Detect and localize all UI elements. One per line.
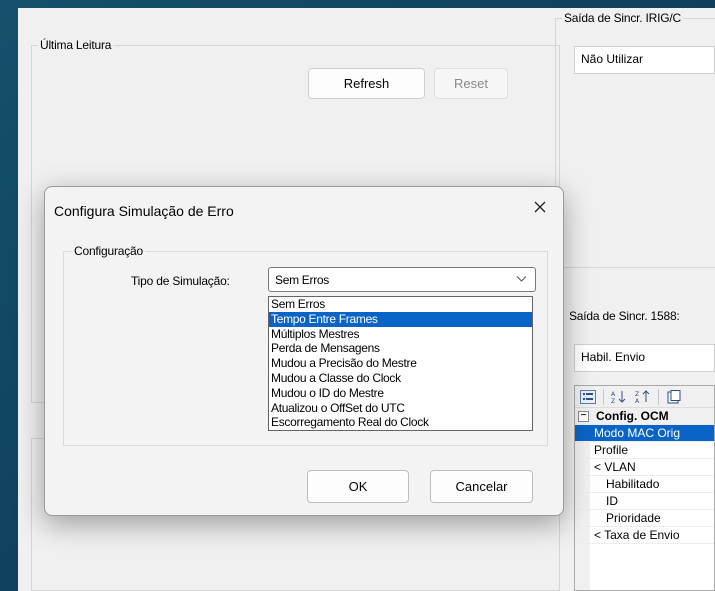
close-icon[interactable] — [529, 196, 551, 218]
sync-1588-label: Saída de Sincr. 1588: — [569, 309, 680, 323]
property-row[interactable]: Modo MAC Orig — [575, 425, 714, 442]
simulation-type-dropdown-list: Sem Erros Tempo Entre Frames Múltiplos Mes… — [268, 296, 533, 431]
svg-text:Z: Z — [635, 391, 639, 398]
ok-button[interactable]: OK — [307, 470, 409, 503]
simulation-type-value: Sem Erros — [275, 272, 329, 287]
last-reading-legend: Última Leitura — [38, 38, 114, 52]
property-category-row[interactable]: − Config. OCM — [575, 408, 714, 425]
property-row[interactable]: Habilitado — [575, 476, 714, 493]
svg-text:Z: Z — [611, 398, 615, 404]
property-pages-icon[interactable] — [665, 389, 683, 405]
dropdown-option[interactable]: Atualizou o OffSet do UTC — [269, 401, 532, 416]
property-row-label: Profile — [594, 443, 629, 457]
irig-output-select[interactable]: Não Utilizar — [574, 46, 715, 74]
toolbar-separator — [658, 388, 659, 405]
property-row[interactable]: < VLAN — [575, 459, 714, 476]
dropdown-option[interactable]: Mudou a Precisão do Mestre — [269, 356, 532, 371]
property-row-label: < VLAN — [594, 460, 636, 474]
categorized-view-icon[interactable] — [579, 389, 597, 405]
property-row[interactable]: ID — [575, 493, 714, 510]
sort-ascending-icon[interactable]: AZ — [610, 389, 628, 405]
dropdown-option[interactable]: Sem Erros — [269, 297, 532, 312]
svg-text:A: A — [611, 391, 616, 398]
error-simulation-dialog: Configura Simulação de Erro Configuração… — [44, 186, 564, 516]
property-row-label: < Taxa de Envio — [594, 528, 680, 542]
simulation-type-label: Tipo de Simulação: — [131, 274, 230, 288]
dropdown-option[interactable]: Mudou a Classe do Clock — [269, 371, 532, 386]
dropdown-option[interactable]: Múltiplos Mestres — [269, 327, 532, 342]
cancel-button[interactable]: Cancelar — [430, 470, 533, 503]
property-row-label: Habilitado — [606, 477, 660, 491]
property-grid[interactable]: AZ ZA − Config. OCM Modo MAC Orig Profile < … — [574, 385, 715, 591]
property-row-label: ID — [606, 494, 618, 508]
refresh-button[interactable]: Refresh — [308, 68, 425, 99]
svg-text:A: A — [635, 398, 640, 404]
dropdown-option[interactable]: Tempo Entre Frames — [269, 311, 532, 327]
property-grid-rows: − Config. OCM Modo MAC Orig Profile < VLAN Ha… — [575, 408, 714, 544]
dropdown-option[interactable]: Mudou o ID do Mestre — [269, 386, 532, 401]
irig-output-legend: Saída de Sincr. IRIG/C — [562, 11, 683, 25]
sync-1588-select[interactable]: Habil. Envio — [574, 344, 715, 372]
property-row-label: Config. OCM — [596, 409, 669, 423]
dialog-title: Configura Simulação de Erro — [54, 203, 234, 219]
property-row[interactable]: < Taxa de Envio — [575, 527, 714, 544]
sort-descending-icon[interactable]: ZA — [634, 389, 652, 405]
configuration-legend: Configuração — [72, 244, 145, 258]
dropdown-option[interactable]: Escorregamento Real do Clock — [269, 415, 532, 430]
property-row-label: Prioridade — [606, 511, 661, 525]
reset-button[interactable]: Reset — [434, 68, 508, 99]
property-row[interactable]: Prioridade — [575, 510, 714, 527]
dropdown-option[interactable]: Perda de Mensagens — [269, 341, 532, 356]
collapse-icon[interactable]: − — [578, 411, 589, 422]
simulation-type-combobox[interactable]: Sem Erros — [268, 267, 536, 292]
chevron-down-icon — [516, 273, 527, 287]
property-row[interactable]: Profile — [575, 442, 714, 459]
property-row-label: Modo MAC Orig — [594, 426, 681, 440]
property-grid-toolbar: AZ ZA — [575, 386, 714, 408]
toolbar-separator — [603, 388, 604, 405]
